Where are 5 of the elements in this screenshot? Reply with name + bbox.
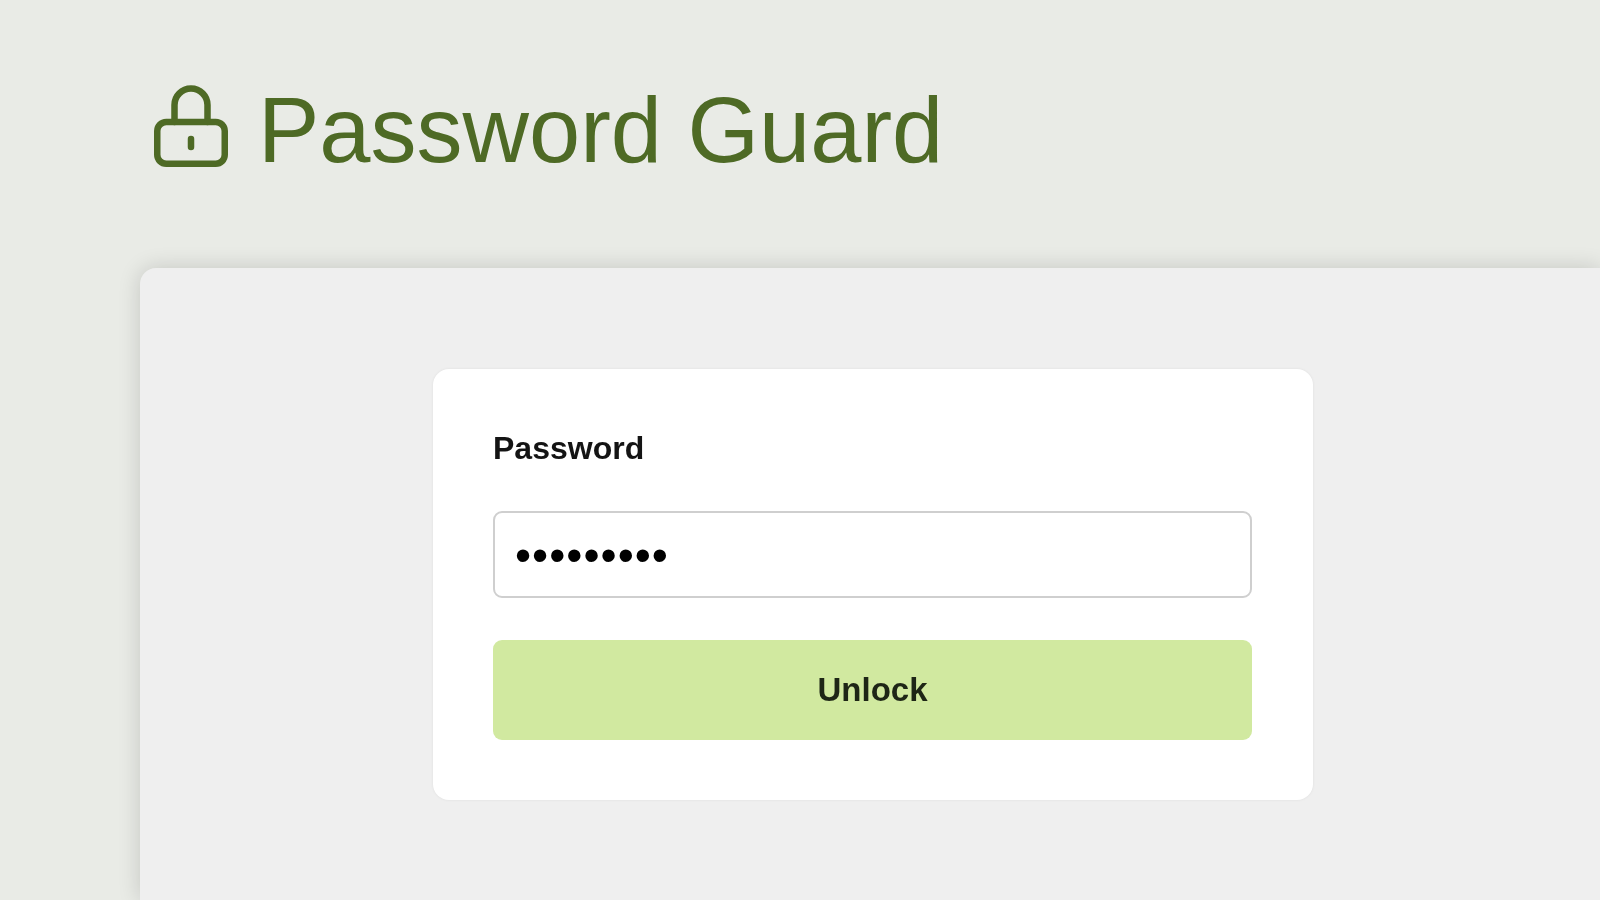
- lock-icon: [154, 85, 228, 167]
- password-label: Password: [493, 429, 645, 467]
- password-field[interactable]: •••••••••: [493, 511, 1252, 598]
- unlock-button[interactable]: Unlock: [493, 640, 1252, 740]
- app-title: Password Guard: [258, 84, 944, 176]
